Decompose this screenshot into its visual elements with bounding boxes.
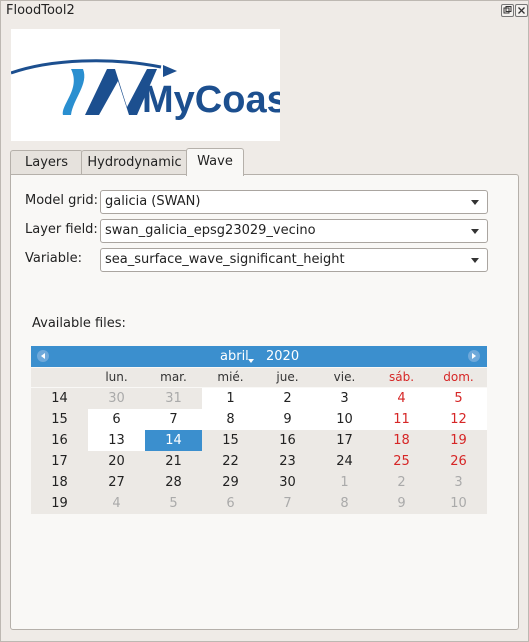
calendar-day[interactable]: 4 [373,388,430,409]
calendar-day[interactable]: 28 [145,472,202,493]
layer-field-label: Layer field: [25,222,98,237]
calendar-day[interactable]: 9 [373,493,430,514]
wave-panel: Model grid: galicia (SWAN) Layer field: … [10,174,519,630]
calendar-day[interactable]: 27 [88,472,145,493]
layer-field-value: swan_galicia_epsg23029_vecino [105,223,316,238]
calendar-day[interactable]: 26 [430,451,487,472]
chevron-down-icon [471,200,479,205]
calendar-day[interactable]: 30 [88,388,145,409]
calendar-day[interactable]: 11 [373,409,430,430]
calendar-day[interactable]: 22 [202,451,259,472]
calendar-nav-bar: abril 2020 [31,346,487,367]
chevron-down-icon [471,229,479,234]
calendar-day[interactable]: 30 [259,472,316,493]
calendar-day[interactable]: 8 [316,493,373,514]
calendar-day[interactable]: 10 [430,493,487,514]
calendar-day[interactable]: 12 [430,409,487,430]
calendar-day-selected[interactable]: 14 [145,430,202,451]
weekday-label: vie. [333,370,356,384]
weekday-label: sáb. [388,370,415,384]
calendar-day[interactable]: 25 [373,451,430,472]
tab-layers[interactable]: Layers [10,150,83,175]
week-number: 19 [31,493,88,514]
window-title: FloodTool2 [6,3,75,18]
calendar-month[interactable]: abril [220,349,249,364]
chevron-down-icon [248,359,254,363]
calendar-day[interactable]: 7 [259,493,316,514]
calendar-day[interactable]: 24 [316,451,373,472]
calendar-day[interactable]: 20 [88,451,145,472]
calendar-day[interactable]: 2 [373,472,430,493]
variable-value: sea_surface_wave_significant_height [105,252,345,267]
variable-label: Variable: [25,251,83,266]
calendar-day[interactable]: 4 [88,493,145,514]
arrow-left-icon[interactable] [37,350,49,362]
calendar-day[interactable]: 6 [88,409,145,430]
calendar-day[interactable]: 3 [430,472,487,493]
calendar-day[interactable]: 1 [316,472,373,493]
calendar-day[interactable]: 2 [259,388,316,409]
weekday-label: mar. [160,370,187,384]
week-number: 14 [31,388,88,409]
chevron-down-icon [471,258,479,263]
calendar-day[interactable]: 8 [202,409,259,430]
calendar-day[interactable]: 16 [259,430,316,451]
week-number: 15 [31,409,88,430]
tab-wave[interactable]: Wave [186,148,244,176]
calendar-day[interactable]: 31 [145,388,202,409]
model-grid-select[interactable]: galicia (SWAN) [100,190,488,214]
model-grid-label: Model grid: [25,193,99,208]
week-number: 18 [31,472,88,493]
week-number: 17 [31,451,88,472]
calendar-day[interactable]: 21 [145,451,202,472]
mycoast-logo: MyCoast [10,29,301,141]
calendar-widget: abril 2020 lun. mar. mié. jue. vie. sáb.… [31,346,487,517]
weekday-label: dom. [443,370,474,384]
calendar-day[interactable]: 7 [145,409,202,430]
calendar-day[interactable]: 1 [202,388,259,409]
calendar-day[interactable]: 29 [202,472,259,493]
layer-field-select[interactable]: swan_galicia_epsg23029_vecino [100,219,488,243]
logo-text: MyCoast [142,79,280,121]
model-grid-value: galicia (SWAN) [105,194,201,209]
variable-select[interactable]: sea_surface_wave_significant_height [100,248,488,272]
weekday-label: mié. [217,370,244,384]
calendar-day[interactable]: 9 [259,409,316,430]
calendar-day[interactable]: 15 [202,430,259,451]
tab-hydrodynamic[interactable]: Hydrodynamic [81,150,188,175]
title-bar[interactable]: FloodTool2 [0,0,529,22]
calendar-day[interactable]: 18 [373,430,430,451]
calendar-day[interactable]: 5 [430,388,487,409]
calendar-weekday-header: lun. mar. mié. jue. vie. sáb. dom. [31,368,487,387]
calendar-year[interactable]: 2020 [266,349,299,364]
week-number: 16 [31,430,88,451]
calendar-day[interactable]: 6 [202,493,259,514]
available-files-label: Available files: [32,316,126,331]
calendar-day[interactable]: 17 [316,430,373,451]
weekday-label: lun. [105,370,128,384]
float-icon[interactable] [501,4,514,17]
calendar-day[interactable]: 10 [316,409,373,430]
calendar-day[interactable]: 23 [259,451,316,472]
arrow-right-icon[interactable] [468,350,480,362]
close-icon[interactable] [515,4,528,17]
calendar-day[interactable]: 19 [430,430,487,451]
calendar-day[interactable]: 13 [88,430,145,451]
weekday-label: jue. [276,370,299,384]
calendar-day[interactable]: 3 [316,388,373,409]
calendar-day[interactable]: 5 [145,493,202,514]
